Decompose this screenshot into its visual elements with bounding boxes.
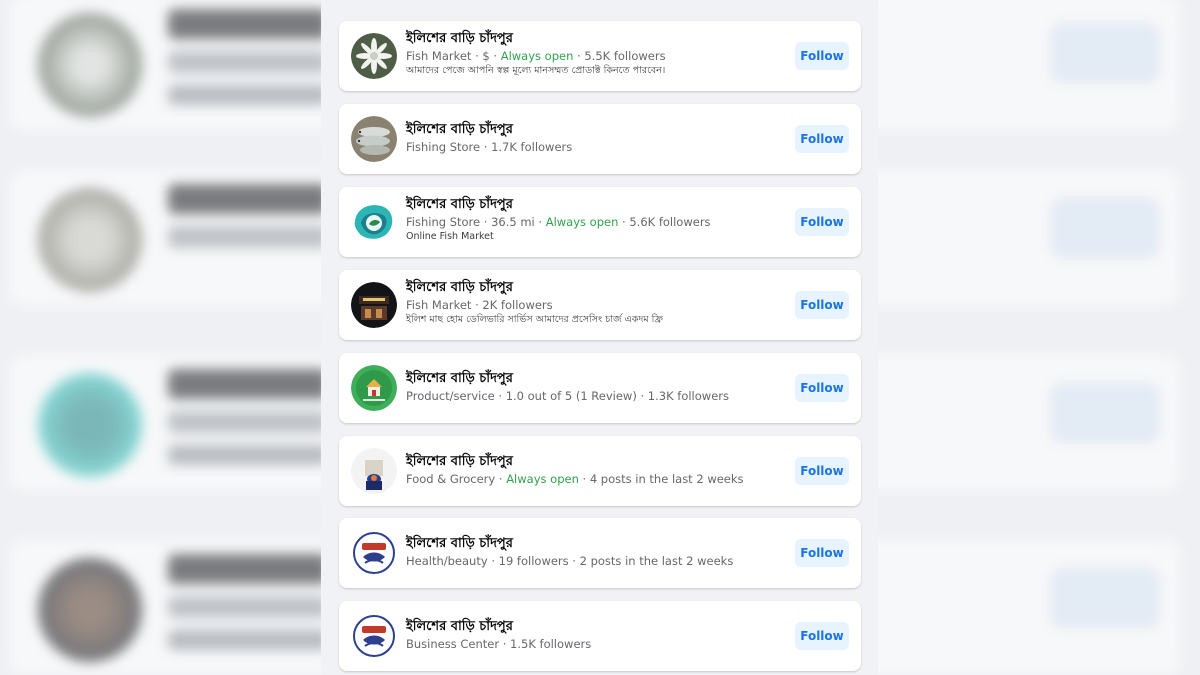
category: Fishing Store <box>406 215 481 229</box>
page-name[interactable]: ইলিশের বাড়ি চাঁদপুর <box>406 121 786 139</box>
page-meta: Fishing Store · 36.5 mi · Always open · … <box>406 215 711 229</box>
followers-count: 19 followers <box>498 554 569 568</box>
result-card[interactable]: ইলিশের বাড়ি চাঁদপুর Health/beauty · 19 … <box>339 518 861 588</box>
night-shop-icon[interactable] <box>351 282 397 328</box>
page-description: ইলিশ মাছ হোম ডেলিভারি সার্ভিস আমাদের প্র… <box>406 314 663 325</box>
person-icon[interactable] <box>351 448 397 494</box>
follow-button[interactable]: Follow <box>795 622 849 650</box>
page-name[interactable]: ইলিশের বাড়ি চাঁদপুর <box>406 535 786 553</box>
followers-count: 1.7K followers <box>491 140 573 154</box>
bg-title <box>168 554 328 584</box>
posts-count: 4 posts in the last 2 weeks <box>589 472 744 486</box>
bg-follow-button <box>1050 568 1160 628</box>
bg-description <box>168 445 328 465</box>
price: $ <box>482 49 490 63</box>
category: Fishing Store <box>406 140 481 154</box>
followers-count: 1.3K followers <box>647 389 729 403</box>
page-name[interactable]: ইলিশের বাড়ি চাঁদপুর <box>406 30 786 48</box>
category: Fish Market <box>406 49 472 63</box>
follow-button[interactable]: Follow <box>795 457 849 485</box>
page-name[interactable]: ইলিশের বাড়ি চাঁদপুর <box>406 618 786 636</box>
bg-follow-button <box>1050 198 1160 258</box>
bg-avatar <box>38 558 142 662</box>
followers-count: 5.6K followers <box>629 215 711 229</box>
rating: 1.0 out of 5 (1 Review) <box>505 389 637 403</box>
page-meta: Fishing Store · 1.7K followers <box>406 140 573 154</box>
category: Health/beauty <box>406 554 488 568</box>
bg-avatar <box>38 373 142 477</box>
round-fish-emblem-icon[interactable] <box>351 613 397 659</box>
round-fish-emblem-icon[interactable] <box>351 530 397 576</box>
page-meta: Health/beauty · 19 followers · 2 posts i… <box>406 554 734 568</box>
page-meta: Fish Market · 2K followers <box>406 298 553 312</box>
green-house-logo-icon[interactable] <box>351 365 397 411</box>
follow-button[interactable]: Follow <box>795 42 849 70</box>
teal-splash-logo-icon[interactable] <box>351 199 397 245</box>
bg-description <box>168 630 328 650</box>
bg-subtitle <box>168 411 328 433</box>
category: Fish Market <box>406 298 472 312</box>
open-status: Always open <box>506 472 579 486</box>
search-results-list: ইলিশের বাড়ি চাঁদপুর Fish Market · $ · A… <box>321 0 878 675</box>
followers-count: 1.5K followers <box>510 637 592 651</box>
followers-count: 5.5K followers <box>584 49 666 63</box>
page-name[interactable]: ইলিশের বাড়ি চাঁদপুর <box>406 453 786 471</box>
page-description: Online Fish Market <box>406 231 494 242</box>
result-card[interactable]: ইলিশের বাড়ি চাঁদপুর Product/service · 1… <box>339 353 861 423</box>
result-card[interactable]: ইলিশের বাড়ি চাঁদপুর Business Center · 1… <box>339 601 861 671</box>
distance: 36.5 mi <box>491 215 535 229</box>
bg-follow-button <box>1050 383 1160 443</box>
page-name[interactable]: ইলিশের বাড়ি চাঁদপুর <box>406 370 786 388</box>
page-meta: Food & Grocery · Always open · 4 posts i… <box>406 472 744 486</box>
result-card[interactable]: ইলিশের বাড়ি চাঁদপুর Fish Market · 2K fo… <box>339 270 861 340</box>
page-description: আমাদের পেজে আপনি স্বল্প মূল্যে মানসম্মত … <box>406 65 666 76</box>
result-card[interactable]: ইলিশের বাড়ি চাঁদপুর Fishing Store · 36.… <box>339 187 861 257</box>
open-status: Always open <box>500 49 574 63</box>
bg-subtitle <box>168 51 328 73</box>
bg-subtitle <box>168 596 328 618</box>
hilsa-fish-icon[interactable] <box>351 116 397 162</box>
follow-button[interactable]: Follow <box>795 539 849 567</box>
category: Business Center <box>406 637 500 651</box>
result-card[interactable]: ইলিশের বাড়ি চাঁদপুর Fishing Store · 1.7… <box>339 104 861 174</box>
follow-button[interactable]: Follow <box>795 291 849 319</box>
bg-subtitle <box>168 226 328 248</box>
open-status: Always open <box>545 215 619 229</box>
follow-button[interactable]: Follow <box>795 208 849 236</box>
follow-button[interactable]: Follow <box>795 374 849 402</box>
bg-title <box>168 9 328 39</box>
bg-title <box>168 369 328 399</box>
page-name[interactable]: ইলিশের বাড়ি চাঁদপুর <box>406 279 786 297</box>
page-meta: Business Center · 1.5K followers <box>406 637 592 651</box>
result-card[interactable]: ইলিশের বাড়ি চাঁদপুর Food & Grocery · Al… <box>339 436 861 506</box>
bg-title <box>168 184 328 214</box>
bg-avatar <box>38 188 142 292</box>
follow-button[interactable]: Follow <box>795 125 849 153</box>
bg-avatar <box>38 13 142 117</box>
posts-count: 2 posts in the last 2 weeks <box>579 554 734 568</box>
result-card[interactable]: ইলিশের বাড়ি চাঁদপুর Fish Market · $ · A… <box>339 21 861 91</box>
fish-white-icon[interactable] <box>351 33 397 79</box>
category: Food & Grocery <box>406 472 496 486</box>
followers-count: 2K followers <box>482 298 553 312</box>
page-meta: Product/service · 1.0 out of 5 (1 Review… <box>406 389 729 403</box>
bg-description <box>168 85 328 105</box>
bg-follow-button <box>1050 23 1160 83</box>
category: Product/service <box>406 389 495 403</box>
page-name[interactable]: ইলিশের বাড়ি চাঁদপুর <box>406 196 786 214</box>
page-meta: Fish Market · $ · Always open · 5.5K fol… <box>406 49 666 63</box>
